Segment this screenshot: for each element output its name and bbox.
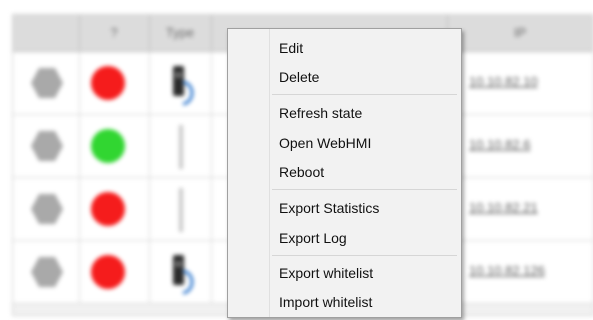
status-red-icon (91, 66, 125, 100)
state-hexagon-icon (31, 194, 63, 224)
device-icon (173, 255, 194, 295)
menu-item-reboot[interactable]: Reboot (270, 159, 456, 185)
status-red-icon (91, 192, 125, 226)
menu-item-export-log[interactable]: Export Log (270, 225, 456, 251)
device-icon (179, 188, 183, 232)
menu-item-open-webhmi[interactable]: Open WebHMI (270, 130, 456, 156)
status-red-icon (91, 255, 125, 289)
device-icon (173, 66, 194, 106)
device-icon (179, 125, 183, 169)
column-header-status[interactable]: ? (79, 15, 150, 51)
state-hexagon-icon (31, 131, 63, 161)
ip-link[interactable]: 10.10.82.6 (469, 137, 530, 152)
menu-separator (272, 189, 457, 190)
menu-item-import-whitelist[interactable]: Import whitelist (270, 289, 456, 315)
menu-separator (272, 255, 457, 256)
context-menu: Edit Delete Refresh state Open WebHMI Re… (227, 28, 462, 318)
state-hexagon-icon (31, 68, 63, 98)
ip-link[interactable]: 10.10.82.10 (469, 74, 538, 89)
column-header-state[interactable] (13, 15, 80, 51)
menu-item-export-statistics[interactable]: Export Statistics (270, 195, 456, 221)
menu-icon-gutter (228, 29, 270, 317)
column-header-ip[interactable]: IP (447, 15, 593, 51)
menu-separator (272, 94, 457, 95)
column-header-type[interactable]: Type (149, 15, 212, 51)
menu-item-export-whitelist[interactable]: Export whitelist (270, 260, 456, 286)
state-hexagon-icon (31, 257, 63, 287)
menu-item-edit[interactable]: Edit (270, 35, 456, 61)
status-green-icon (91, 129, 125, 163)
menu-item-delete[interactable]: Delete (270, 64, 456, 90)
menu-item-refresh-state[interactable]: Refresh state (270, 100, 456, 126)
ip-link[interactable]: 10.10.82.21 (469, 200, 538, 215)
ip-link[interactable]: 10.10.82.126 (469, 263, 545, 278)
